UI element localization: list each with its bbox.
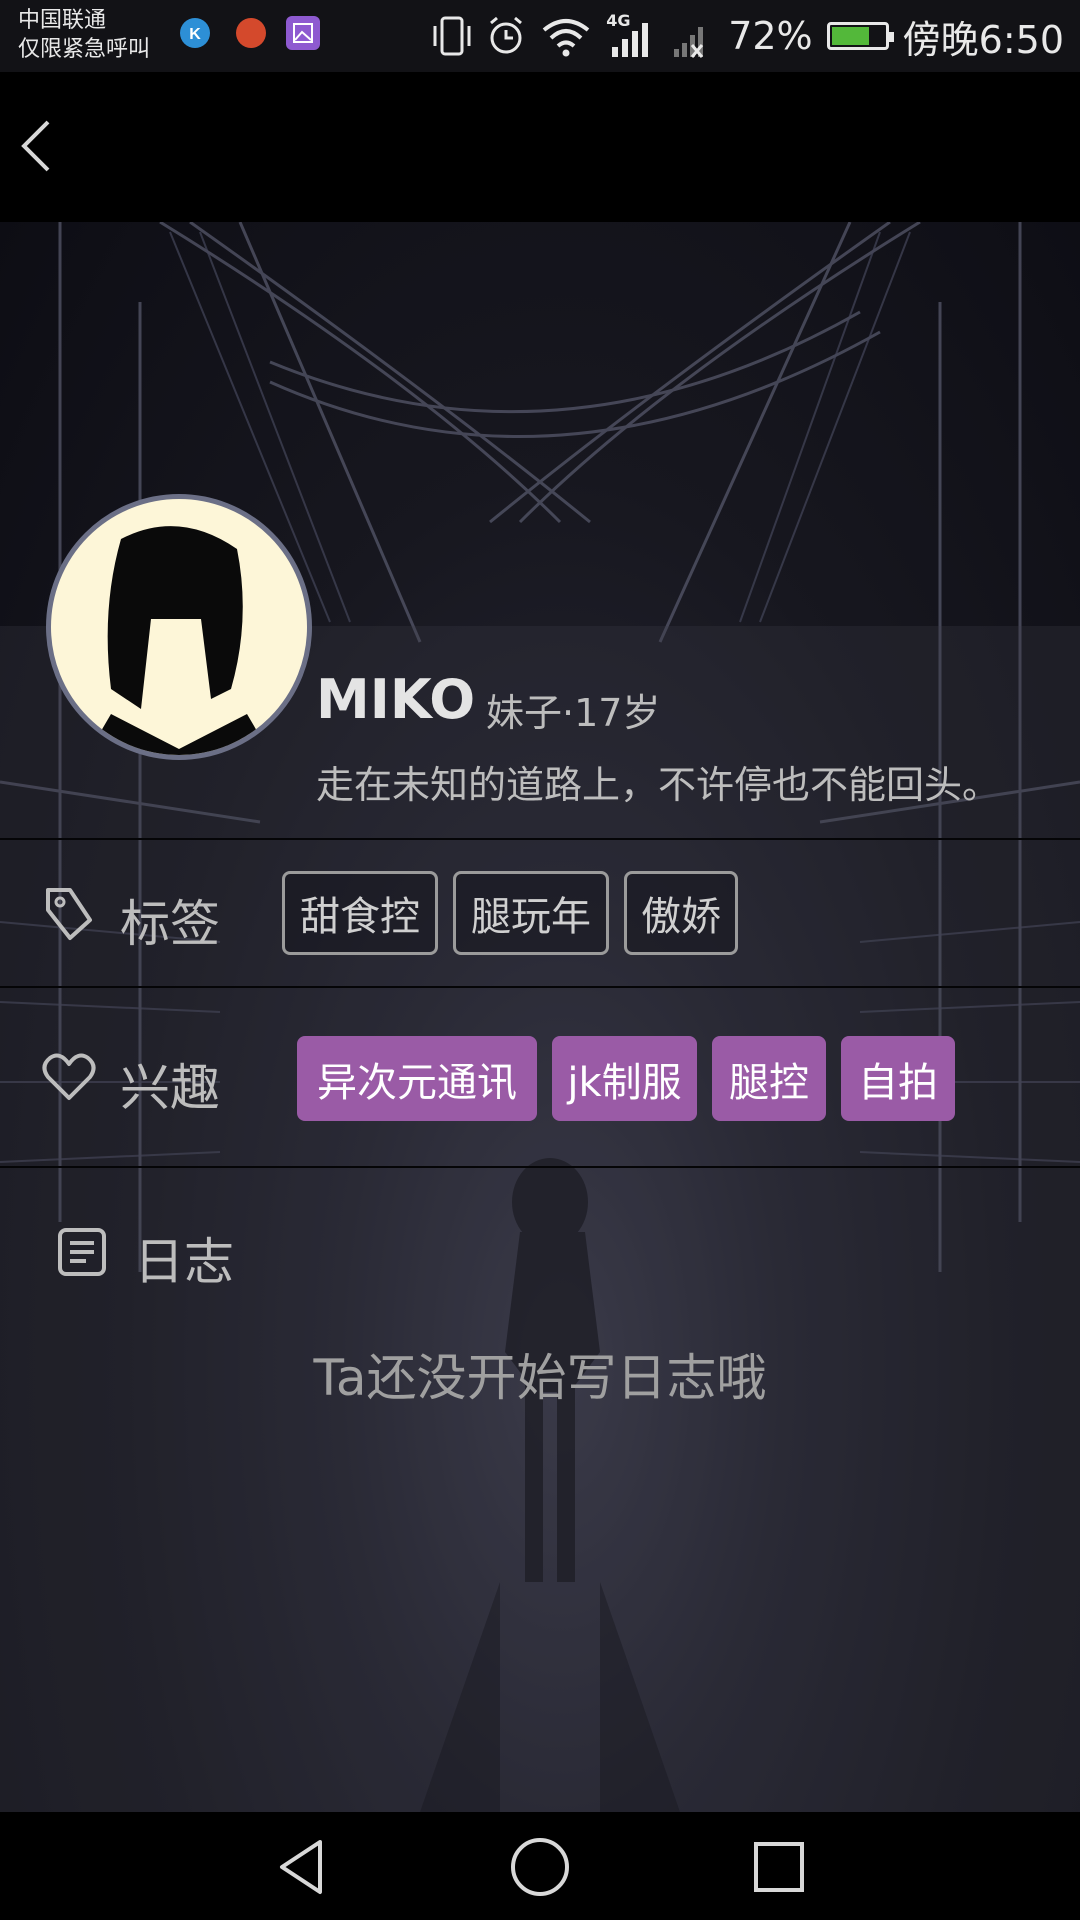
- wifi-icon: [542, 19, 590, 57]
- divider: [0, 1166, 1080, 1168]
- interests-label: 兴趣: [120, 1059, 220, 1117]
- svg-text:K: K: [189, 26, 201, 43]
- profile-gender-age: 妹子·17岁: [486, 691, 661, 735]
- battery-fill: [831, 27, 870, 45]
- kugou-icon: K: [180, 18, 210, 48]
- clock: 傍晚6:50: [902, 17, 1064, 62]
- journal-empty-message: Ta还没开始写日志哦: [313, 1349, 767, 1407]
- journal-label: 日志: [134, 1233, 234, 1291]
- gallery-icon: [286, 16, 320, 50]
- profile-bio: 走在未知的道路上，不许停也不能回头。: [316, 763, 1001, 807]
- tags-label: 标签: [120, 895, 220, 953]
- nav-home-icon: [511, 1838, 569, 1896]
- battery-icon: [826, 22, 894, 50]
- divider: [0, 986, 1080, 988]
- heart-icon: [42, 1052, 96, 1106]
- status-bar: 中国联通 仅限紧急呼叫 K 4G 72% 傍晚6:50: [0, 0, 1080, 72]
- emergency-only: 仅限紧急呼叫: [18, 37, 151, 62]
- signal-icon: 4G: [606, 11, 656, 61]
- nav-back-icon: [280, 1840, 322, 1894]
- carrier-info: 中国联通 仅限紧急呼叫: [18, 6, 150, 64]
- tag-item[interactable]: 甜食控: [282, 871, 438, 955]
- tag-icon: [40, 884, 96, 948]
- alarm-icon: [490, 16, 523, 54]
- nav-home-button[interactable]: [505, 1832, 575, 1902]
- nav-recents-button[interactable]: [744, 1832, 814, 1902]
- vibrate-icon: [433, 16, 471, 56]
- nav-back-button[interactable]: [268, 1832, 338, 1902]
- interest-item[interactable]: 腿控: [712, 1036, 826, 1121]
- nav-recents-icon: [754, 1842, 804, 1892]
- tag-item[interactable]: 傲娇: [624, 871, 738, 955]
- avatar[interactable]: [46, 494, 312, 760]
- interest-item[interactable]: 自拍: [841, 1036, 955, 1121]
- battery-percent: 72%: [728, 14, 813, 58]
- app-bar: [0, 72, 1080, 222]
- navigation-bar: [0, 1812, 1080, 1920]
- document-icon: [56, 1226, 108, 1282]
- chevron-left-icon: [21, 120, 50, 172]
- weibo-icon: [236, 18, 266, 48]
- interest-item[interactable]: 异次元通讯: [297, 1036, 537, 1121]
- interest-item[interactable]: jk制服: [552, 1036, 697, 1121]
- no-signal-icon: [674, 27, 704, 58]
- status-right: 4G 72% 傍晚6:50: [432, 0, 1064, 72]
- tag-item[interactable]: 腿玩年: [453, 871, 609, 955]
- divider: [0, 838, 1080, 840]
- profile-name: MIKO: [316, 668, 476, 731]
- back-button[interactable]: [14, 116, 70, 176]
- carrier-name: 中国联通: [18, 8, 107, 33]
